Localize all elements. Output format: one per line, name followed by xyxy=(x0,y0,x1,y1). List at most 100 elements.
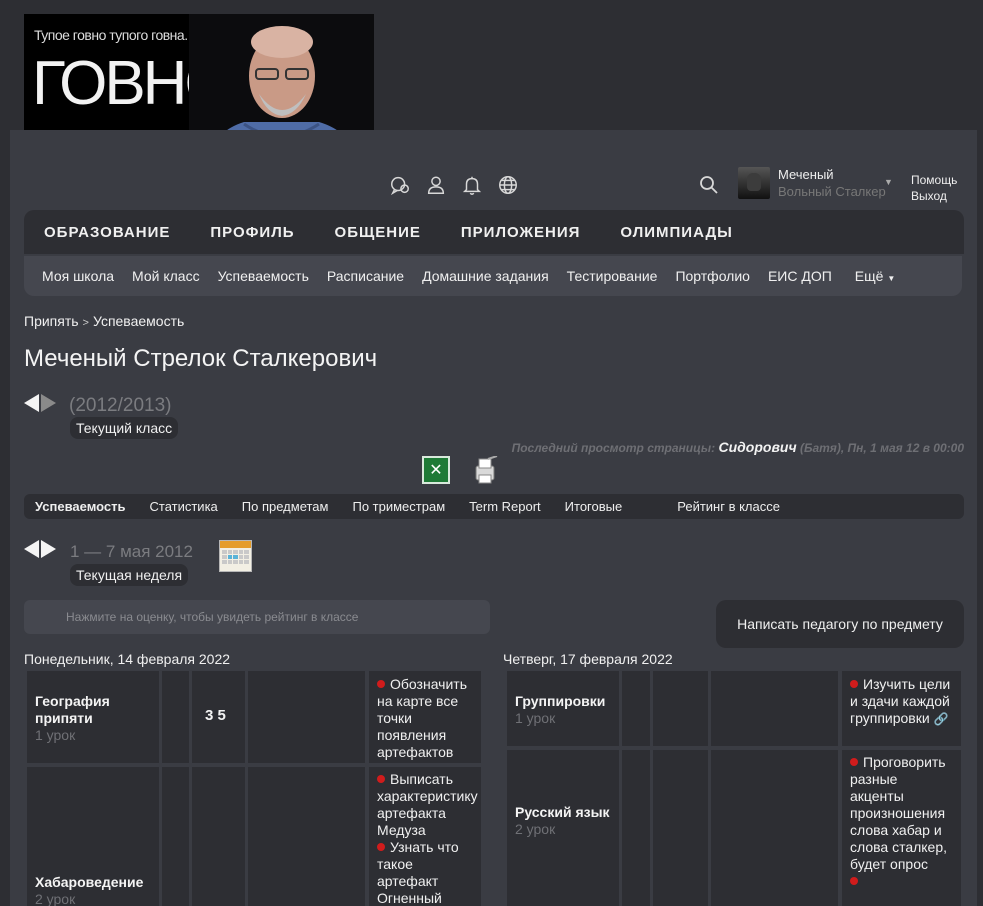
bullet-icon xyxy=(377,775,385,783)
chat-icon[interactable] xyxy=(388,173,412,197)
comment-cell xyxy=(248,767,365,906)
subject-cell[interactable]: Русский язык 2 урок xyxy=(507,750,619,906)
breadcrumb: Припять > Успеваемость xyxy=(24,313,184,329)
tab-statistics[interactable]: Статистика xyxy=(150,499,218,514)
last-view-who: Сидорович xyxy=(718,439,797,455)
empty-cell xyxy=(162,671,189,763)
rating-hint: Нажмите на оценку, чтобы увидеть рейтинг… xyxy=(24,600,490,634)
nav-olympiads[interactable]: ОЛИМПИАДЫ xyxy=(620,224,732,241)
homework-item[interactable] xyxy=(850,873,955,890)
subnav-schedule[interactable]: Расписание xyxy=(327,268,404,284)
tab-grades[interactable]: Успеваемость xyxy=(35,499,126,514)
search-icon[interactable] xyxy=(699,175,719,195)
tab-by-trimester[interactable]: По триместрам xyxy=(352,499,445,514)
user-rank: Вольный Сталкер xyxy=(778,184,886,199)
subject-cell[interactable]: Хабароведение 2 урок xyxy=(27,767,159,906)
breadcrumb-root[interactable]: Припять xyxy=(24,313,79,329)
subnav-portfolio[interactable]: Портфолио xyxy=(675,268,750,284)
breadcrumb-current: Успеваемость xyxy=(92,313,185,329)
write-teacher-button[interactable]: Написать педагогу по предмету xyxy=(716,600,964,648)
subject-cell[interactable]: География припяти 1 урок xyxy=(27,671,159,763)
subnav-homework[interactable]: Домашние задания xyxy=(422,268,549,284)
lesson-number: 2 урок xyxy=(35,891,76,906)
homework-item[interactable]: Выписать характеристику артефакта Медуза xyxy=(377,771,478,839)
attachment-icon[interactable]: 🔗 xyxy=(934,712,949,726)
nav-apps[interactable]: ПРИЛОЖЕНИЯ xyxy=(461,224,581,241)
last-view-suffix: (Батя), Пн, 1 мая 12 в 00:00 xyxy=(799,441,964,455)
bell-icon[interactable] xyxy=(460,173,484,197)
calendar-icon[interactable] xyxy=(219,540,252,572)
user-name: Меченый xyxy=(778,167,834,182)
next-year-arrow-icon[interactable] xyxy=(41,394,56,412)
last-view-info: Последний просмотр страницы: Сидорович (… xyxy=(512,439,964,455)
tab-term-report[interactable]: Term Report xyxy=(469,499,541,514)
grades-tabs: Успеваемость Статистика По предметам По … xyxy=(24,494,964,519)
day-heading: Понедельник, 14 февраля 2022 xyxy=(24,651,231,667)
year-arrows xyxy=(24,394,56,412)
marks-cell: 3 5 xyxy=(192,671,245,763)
homework-cell: Проговорить разные акценты произношения … xyxy=(842,750,961,906)
logout-link[interactable]: Выход xyxy=(911,188,957,204)
breadcrumb-separator: > xyxy=(82,317,89,329)
tab-final[interactable]: Итоговые xyxy=(565,499,623,514)
avatar[interactable] xyxy=(738,167,770,199)
homework-item[interactable]: Узнать что такое артефакт Огненный xyxy=(377,839,475,906)
tab-by-subject[interactable]: По предметам xyxy=(242,499,329,514)
banner-tagline: Тупое говно тупого говна. xyxy=(34,27,188,43)
subnav-my-school[interactable]: Моя школа xyxy=(42,268,114,284)
comment-cell xyxy=(248,671,365,763)
chevron-down-icon[interactable]: ▼ xyxy=(884,177,893,187)
subnav-grades[interactable]: Успеваемость xyxy=(218,268,309,284)
subject-cell[interactable]: Группировки 1 урок xyxy=(507,671,619,746)
week-range: 1 — 7 мая 2012 xyxy=(70,542,193,561)
bullet-icon xyxy=(377,680,385,688)
nav-profile[interactable]: ПРОФИЛЬ xyxy=(210,224,294,241)
user-icon[interactable] xyxy=(424,173,448,197)
bullet-icon xyxy=(850,758,858,766)
subnav-my-class[interactable]: Мой класс xyxy=(132,268,200,284)
sub-nav: Моя школа Мой класс Успеваемость Расписа… xyxy=(24,256,962,296)
tab-class-rating[interactable]: Рейтинг в классе xyxy=(677,499,780,514)
lesson-number: 2 урок xyxy=(515,821,556,837)
comment-cell xyxy=(711,750,838,906)
subject-name: Группировки xyxy=(515,693,606,709)
subnav-testing[interactable]: Тестирование xyxy=(567,268,658,284)
subnav-more-label: Ещё xyxy=(854,268,884,284)
subnav-more[interactable]: Ещё ▼ xyxy=(855,268,895,284)
subject-name: Русский язык xyxy=(515,804,610,820)
marks-cell xyxy=(192,767,245,906)
marks[interactable]: 3 5 xyxy=(205,707,226,724)
last-view-prefix: Последний просмотр страницы: xyxy=(511,441,716,455)
nav-education[interactable]: ОБРАЗОВАНИЕ xyxy=(44,224,170,241)
homework-cell: Выписать характеристику артефакта Медуза… xyxy=(369,767,481,906)
homework-cell: Изучить цели и здачи каждой группировки … xyxy=(842,671,961,746)
print-icon[interactable] xyxy=(470,456,500,486)
current-week-button[interactable]: Текущая неделя xyxy=(70,564,189,586)
chevron-down-icon: ▼ xyxy=(887,274,896,283)
school-year: (2012/2013) xyxy=(69,395,172,416)
marks-cell xyxy=(653,671,708,746)
comment-cell xyxy=(711,671,838,746)
marks-cell xyxy=(653,750,708,906)
next-week-arrow-icon[interactable] xyxy=(41,540,56,558)
bullet-icon xyxy=(850,877,858,885)
homework-item[interactable]: Проговорить разные акценты произношения … xyxy=(850,754,955,873)
homework-item[interactable]: Обозначить на карте все точки появления … xyxy=(377,676,475,761)
week-arrows xyxy=(24,540,56,558)
lesson-number: 1 урок xyxy=(515,710,556,726)
nav-communication[interactable]: ОБЩЕНИЕ xyxy=(335,224,421,241)
current-class-button[interactable]: Текущий класс xyxy=(70,417,179,439)
excel-export-icon[interactable]: ✕ xyxy=(422,456,450,484)
page-title: Меченый Стрелок Сталкерович xyxy=(24,345,378,372)
subnav-eis[interactable]: ЕИС ДОП xyxy=(768,268,832,284)
day-heading: Четверг, 17 февраля 2022 xyxy=(503,651,673,667)
homework-cell: Обозначить на карте все точки появления … xyxy=(369,671,481,763)
prev-week-arrow-icon[interactable] xyxy=(24,540,39,558)
homework-item[interactable]: Изучить цели и здачи каждой группировки … xyxy=(850,676,955,728)
subject-name: Хабароведение xyxy=(35,874,144,890)
prev-year-arrow-icon[interactable] xyxy=(24,394,39,412)
lesson-number: 1 урок xyxy=(35,727,76,743)
help-link[interactable]: Помощь xyxy=(911,172,957,188)
user-menu[interactable]: Меченый Вольный Сталкер ▼ xyxy=(738,167,893,201)
globe-icon[interactable] xyxy=(496,173,520,197)
